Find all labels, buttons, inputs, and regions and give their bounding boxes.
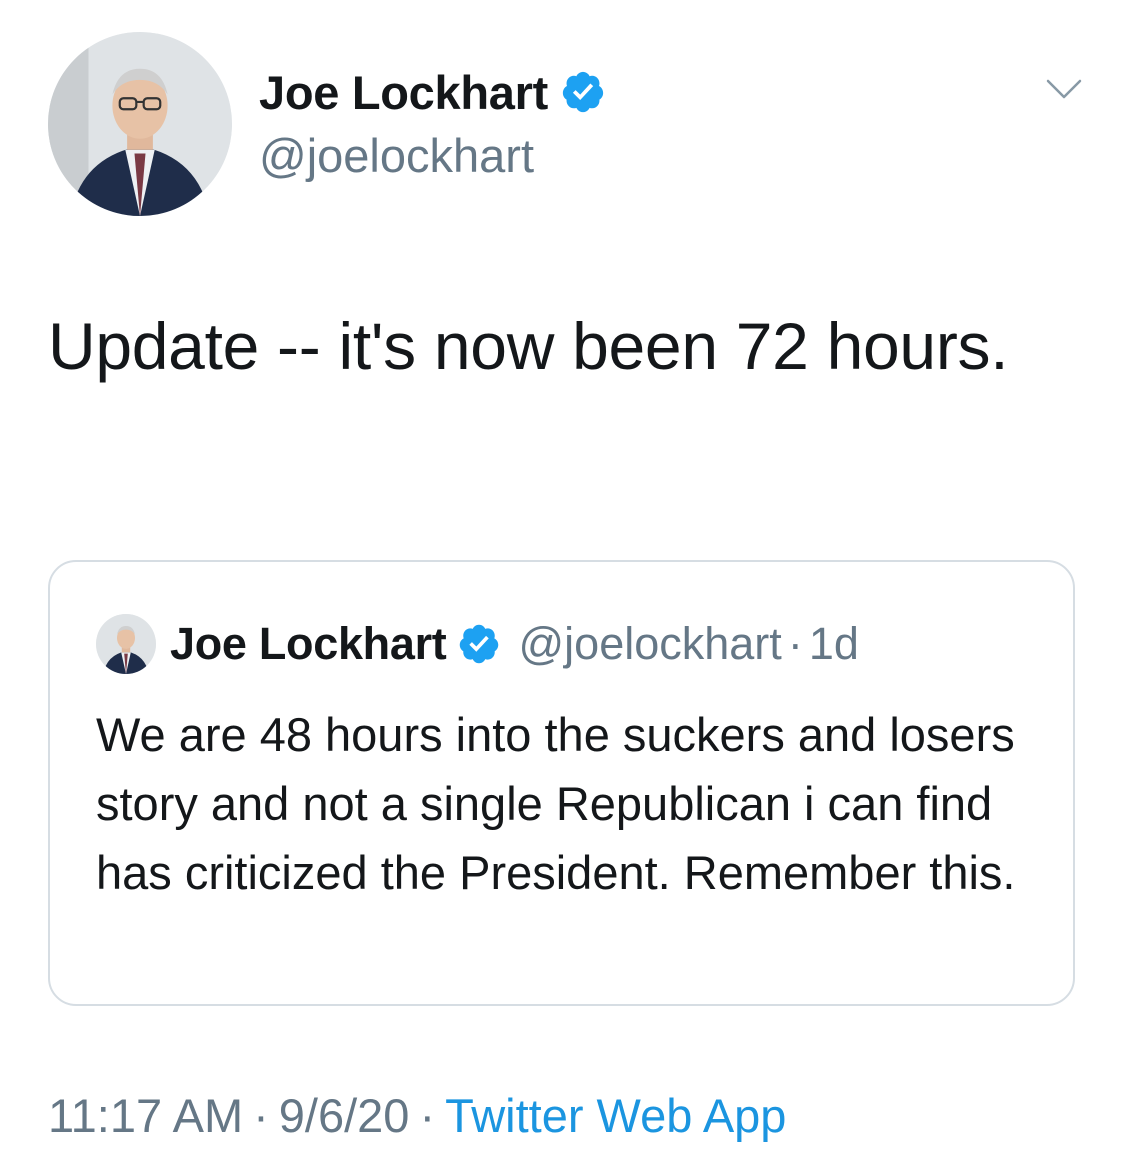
author-display-name[interactable]: Joe Lockhart — [259, 65, 548, 120]
verified-badge-icon — [459, 624, 498, 664]
tweet-date[interactable]: 9/6/20 — [279, 1089, 410, 1142]
quoted-author-handle[interactable]: @joelockhart — [519, 618, 782, 670]
tweet: Joe Lockhart @joelockhart Update -- it's… — [0, 0, 1125, 1169]
author-handle[interactable]: @joelockhart — [259, 128, 534, 183]
author-name-row[interactable]: Joe Lockhart — [259, 62, 606, 122]
author-avatar[interactable] — [48, 32, 232, 216]
quoted-tweet-separator: · — [787, 618, 803, 669]
chevron-down-icon[interactable] — [1044, 76, 1084, 102]
meta-separator: · — [253, 1089, 269, 1142]
quoted-tweet-time[interactable]: 1d — [809, 618, 859, 670]
author-avatar-image — [48, 32, 232, 216]
quoted-author-display-name[interactable]: Joe Lockhart — [170, 618, 447, 670]
tweet-meta: 11:17 AM · 9/6/20 · Twitter Web App — [48, 1088, 786, 1143]
quoted-author-avatar-image — [96, 614, 156, 674]
tweet-time[interactable]: 11:17 AM — [48, 1089, 243, 1142]
meta-separator: · — [419, 1089, 436, 1142]
quoted-tweet-card[interactable]: Joe Lockhart @joelockhart · 1d We are 48… — [48, 560, 1075, 1006]
tweet-text: Update -- it's now been 72 hours. — [48, 309, 1009, 383]
tweet-source-link[interactable]: Twitter Web App — [445, 1089, 786, 1142]
quoted-tweet-text: We are 48 hours into the suckers and los… — [96, 708, 1016, 899]
quoted-tweet-header: Joe Lockhart @joelockhart · 1d — [170, 614, 859, 674]
verified-badge-icon — [562, 71, 604, 113]
quoted-author-avatar[interactable] — [96, 614, 156, 674]
